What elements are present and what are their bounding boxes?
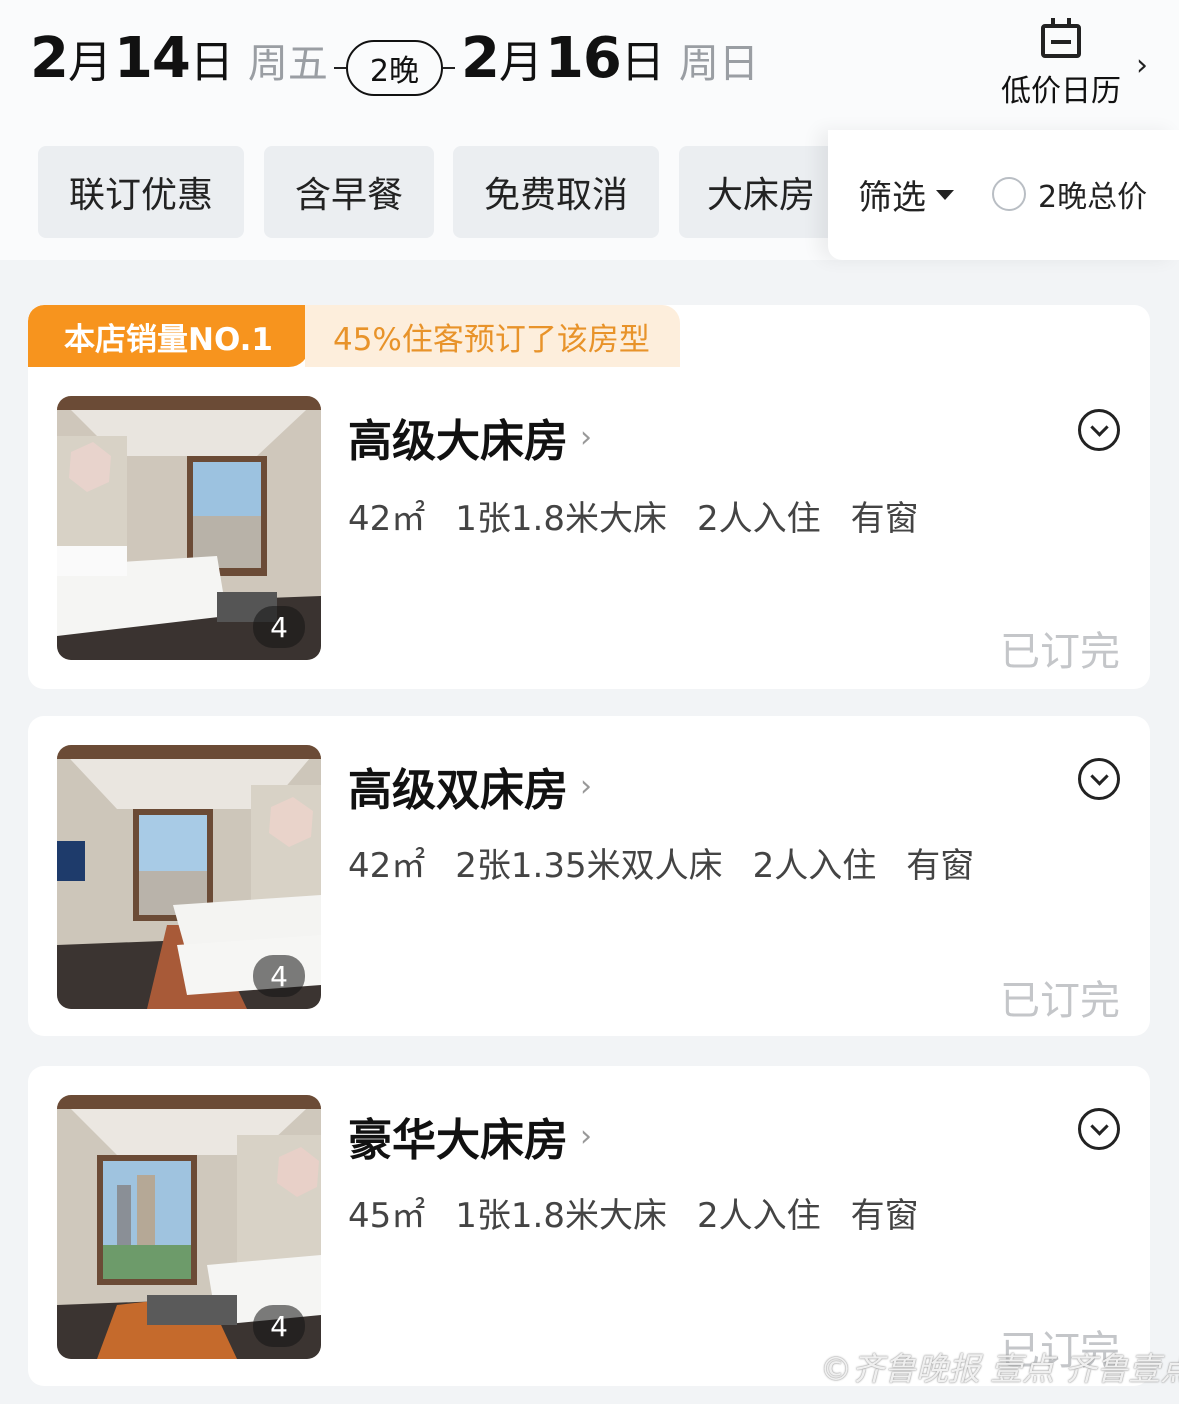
- caret-down-icon: [936, 189, 954, 200]
- room-name-text: 高级大床房: [348, 416, 568, 467]
- room-area: 42㎡: [348, 846, 426, 886]
- room-specs: 45㎡ 1张1.8米大床 2人入住 有窗: [348, 1188, 949, 1237]
- room-name[interactable]: 豪华大床房 ›: [348, 1104, 592, 1168]
- room-area: 45㎡: [348, 1196, 426, 1236]
- expand-icon[interactable]: [1078, 409, 1120, 451]
- calendar-icon: [1041, 18, 1081, 58]
- photo-count: 4: [253, 606, 305, 648]
- date-bar: 2 月 14 日 周五 2晚 2 月 16 日 周日 低价日历 ›: [0, 0, 1179, 130]
- room-name[interactable]: 高级双床房 ›: [348, 754, 592, 818]
- room-occupancy: 2人入住: [696, 499, 821, 539]
- total-price-label: 2晚总价: [1038, 180, 1148, 215]
- checkout-day-unit: 日: [620, 37, 665, 88]
- photo-count: 4: [253, 1305, 305, 1347]
- room-photo[interactable]: 4: [57, 1095, 321, 1359]
- sales-badge: 本店销量NO.1 45%住客预订了该房型: [28, 305, 680, 367]
- room-window: 有窗: [906, 846, 975, 886]
- photo-count: 4: [253, 955, 305, 997]
- room-bed: 1张1.8米大床: [455, 1196, 667, 1236]
- room-specs: 42㎡ 1张1.8米大床 2人入住 有窗: [348, 491, 949, 540]
- room-photo[interactable]: 4: [57, 745, 321, 1009]
- checkin-day: 14: [113, 26, 191, 91]
- room-occupancy: 2人入住: [696, 1196, 821, 1236]
- filter-panel: 筛选 2晚总价: [828, 130, 1179, 260]
- calendar-label: 低价日历: [1001, 74, 1121, 109]
- checkout-month-unit: 月: [498, 37, 543, 88]
- chip-joint-booking[interactable]: 联订优惠: [38, 146, 244, 238]
- low-price-calendar-button[interactable]: 低价日历: [996, 18, 1126, 110]
- chevron-right-icon: ›: [580, 1118, 592, 1154]
- room-window: 有窗: [850, 499, 919, 539]
- room-photo[interactable]: 4: [57, 396, 321, 660]
- chip-free-cancel[interactable]: 免费取消: [453, 146, 659, 238]
- watermark: ©齐鲁晚报 壹点 齐鲁壹点: [820, 1350, 1179, 1388]
- nights-count: 2晚: [345, 40, 443, 96]
- radio-icon[interactable]: [992, 177, 1026, 211]
- room-name[interactable]: 高级大床房 ›: [348, 405, 592, 469]
- date-range[interactable]: 2 月 14 日 周五 2晚 2 月 16 日 周日: [30, 26, 759, 104]
- checkin-day-unit: 日: [189, 37, 234, 88]
- sold-out-status: 已订完: [1000, 629, 1120, 675]
- checkin-weekday: 周五: [247, 41, 328, 87]
- checkin-month: 2: [30, 26, 69, 91]
- room-specs: 42㎡ 2张1.35米双人床 2人入住 有窗: [348, 838, 1004, 887]
- total-price-toggle[interactable]: 2晚总价: [992, 172, 1147, 216]
- room-bed: 2张1.35米双人床: [455, 846, 723, 886]
- chevron-right-icon: ›: [580, 419, 592, 455]
- checkout-weekday: 周日: [678, 41, 759, 87]
- room-name-text: 高级双床房: [348, 765, 568, 816]
- room-card[interactable]: 本店销量NO.1 45%住客预订了该房型 4 高级大床房 › 42㎡ 1张1.8…: [28, 305, 1150, 689]
- checkout-month: 2: [461, 26, 500, 91]
- chip-breakfast[interactable]: 含早餐: [264, 146, 434, 238]
- nights-indicator: 2晚: [333, 40, 455, 96]
- filter-bar: 联订优惠 含早餐 免费取消 大床房 筛选 2晚总价: [0, 130, 1179, 260]
- sold-out-status: 已订完: [1000, 978, 1120, 1024]
- badge-note: 45%住客预订了该房型: [304, 305, 680, 367]
- room-bed: 1张1.8米大床: [455, 499, 667, 539]
- room-area: 42㎡: [348, 499, 426, 539]
- filter-label: 筛选: [858, 178, 926, 218]
- checkin-month-unit: 月: [67, 37, 112, 88]
- chip-king-bed[interactable]: 大床房: [679, 146, 849, 238]
- chevron-right-icon: ›: [580, 768, 592, 804]
- expand-icon[interactable]: [1078, 758, 1120, 800]
- checkout-day: 16: [544, 26, 622, 91]
- room-card[interactable]: 4 豪华大床房 › 45㎡ 1张1.8米大床 2人入住 有窗 已订完: [28, 1066, 1150, 1386]
- room-occupancy: 2人入住: [752, 846, 877, 886]
- filter-button[interactable]: 筛选: [858, 170, 954, 219]
- room-card[interactable]: 4 高级双床房 › 42㎡ 2张1.35米双人床 2人入住 有窗 已订完: [28, 716, 1150, 1036]
- chevron-right-icon[interactable]: ›: [1136, 48, 1148, 83]
- expand-icon[interactable]: [1078, 1108, 1120, 1150]
- room-name-text: 豪华大床房: [348, 1115, 568, 1166]
- room-window: 有窗: [850, 1196, 919, 1236]
- badge-label: 本店销量NO.1: [28, 305, 309, 367]
